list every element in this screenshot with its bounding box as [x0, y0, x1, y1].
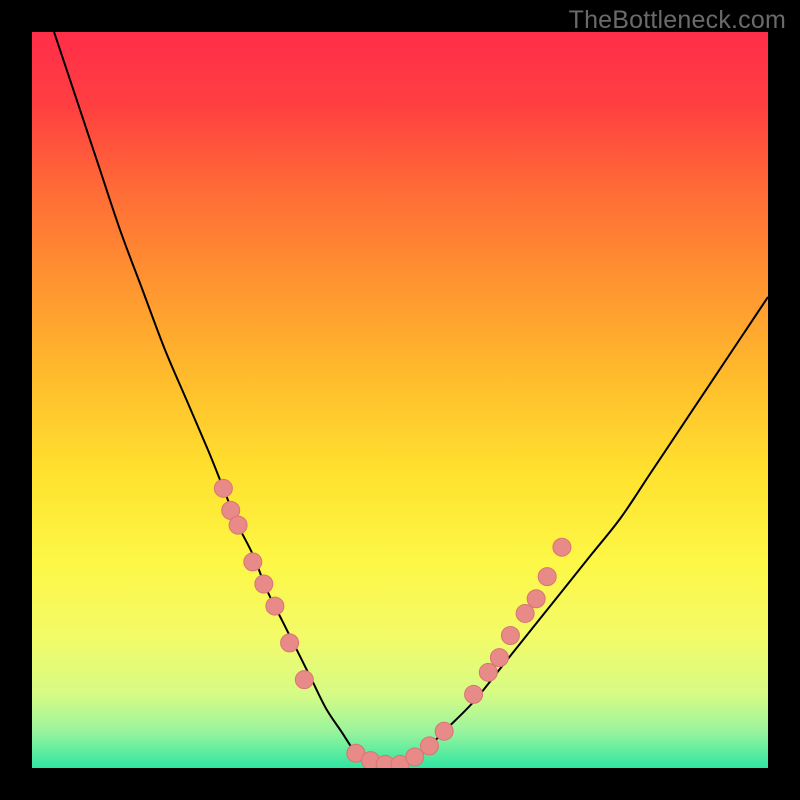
- bottleneck-chart: [32, 32, 768, 768]
- sample-dot: [244, 553, 262, 571]
- sample-dot: [479, 663, 497, 681]
- sample-dot: [490, 649, 508, 667]
- sample-dot: [538, 568, 556, 586]
- sample-dot: [435, 722, 453, 740]
- outer-frame: TheBottleneck.com: [0, 0, 800, 800]
- sample-dot: [516, 604, 534, 622]
- sample-dot: [465, 685, 483, 703]
- sample-dot: [527, 590, 545, 608]
- watermark-text: TheBottleneck.com: [569, 6, 786, 35]
- sample-dot: [281, 634, 299, 652]
- sample-dot: [501, 627, 519, 645]
- sample-dot: [266, 597, 284, 615]
- sample-dot: [295, 671, 313, 689]
- plot-area: [32, 32, 768, 768]
- sample-dot: [406, 748, 424, 766]
- sample-dot: [420, 737, 438, 755]
- sample-dot: [255, 575, 273, 593]
- sample-dot: [229, 516, 247, 534]
- sample-dot: [214, 479, 232, 497]
- sample-dot: [553, 538, 571, 556]
- gradient-background: [32, 32, 768, 768]
